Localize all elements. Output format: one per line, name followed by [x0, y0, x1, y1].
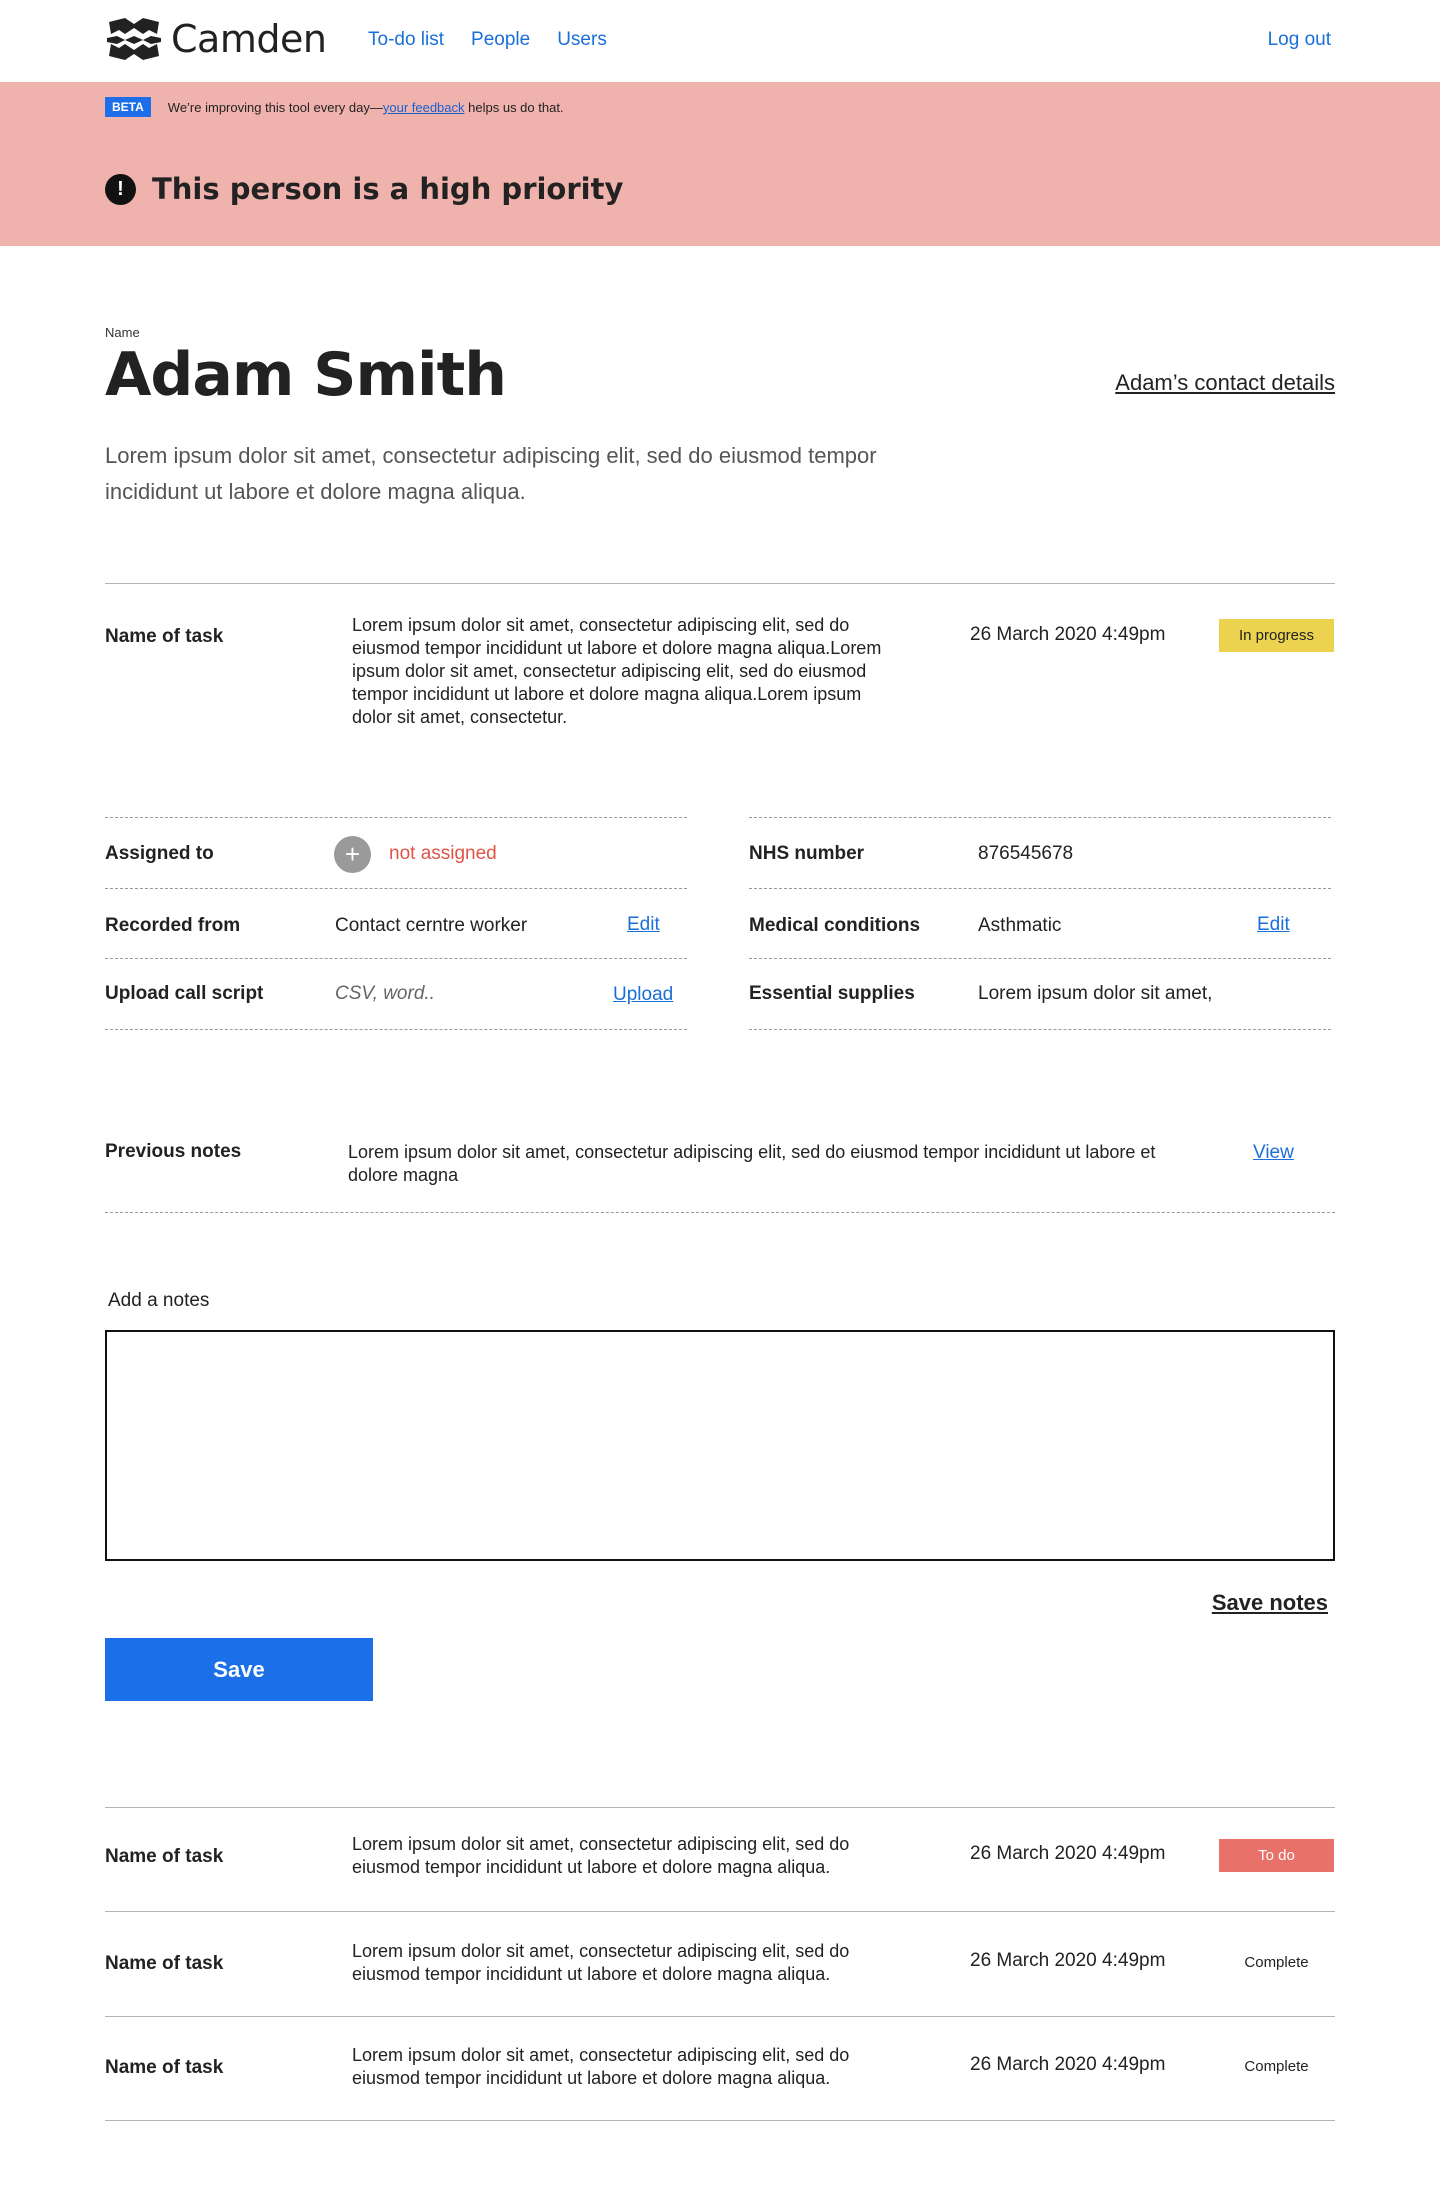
beta-badge: BETA: [105, 97, 151, 117]
divider: [105, 888, 687, 889]
essential-supplies-label: Essential supplies: [749, 983, 915, 1004]
current-task-description: Lorem ipsum dolor sit amet, consectetur …: [352, 615, 882, 727]
nav-people[interactable]: People: [471, 29, 530, 51]
save-button[interactable]: Save: [105, 1638, 373, 1701]
person-name: Adam Smith: [105, 340, 507, 410]
logo-text: Camden: [171, 17, 327, 61]
divider: [105, 958, 687, 959]
main-nav: To-do list People Users: [368, 29, 607, 51]
save-notes-link[interactable]: Save notes: [1212, 1590, 1328, 1616]
notes-textarea[interactable]: [105, 1330, 1335, 1561]
divider: [749, 1029, 1331, 1030]
recorded-from-value: Contact cerntre worker: [335, 915, 528, 936]
camden-logo[interactable]: Camden: [105, 14, 327, 64]
task-description: Lorem ipsum dolor sit amet, consectetur …: [352, 2045, 850, 2088]
previous-notes-text: Lorem ipsum dolor sit amet, consectetur …: [348, 1142, 1156, 1185]
task-name: Name of task: [105, 2057, 224, 2078]
task-name: Name of task: [105, 1846, 224, 1867]
medical-edit-link[interactable]: Edit: [1257, 914, 1290, 936]
upload-link[interactable]: Upload: [613, 984, 673, 1006]
feedback-link[interactable]: your feedback: [383, 100, 465, 115]
nhs-number-value: 876545678: [978, 843, 1074, 864]
camden-logo-icon: [107, 18, 161, 60]
task-date: 26 March 2020 4:49pm: [970, 2054, 1166, 2075]
previous-notes-label: Previous notes: [105, 1141, 242, 1162]
divider: [105, 583, 1335, 584]
status-badge-in-progress: In progress: [1219, 619, 1334, 652]
assigned-value: not assigned: [389, 843, 497, 864]
task-date: 26 March 2020 4:49pm: [970, 1950, 1166, 1971]
current-task-date: 26 March 2020 4:49pm: [970, 624, 1166, 645]
task-description: Lorem ipsum dolor sit amet, consectetur …: [352, 1834, 850, 1877]
view-notes-link[interactable]: View: [1253, 1142, 1294, 1164]
assign-plus-icon[interactable]: +: [334, 836, 371, 873]
priority-banner: BETA We’re improving this tool every day…: [0, 82, 1440, 246]
divider: [105, 2120, 1335, 2121]
current-task-name: Name of task: [105, 626, 224, 647]
task-date: 26 March 2020 4:49pm: [970, 1843, 1166, 1864]
beta-text: We’re improving this tool every day—your…: [167, 99, 564, 115]
recorded-edit-link[interactable]: Edit: [627, 914, 660, 936]
beta-notice: BETA We’re improving this tool every day…: [105, 97, 564, 117]
divider: [105, 1911, 1335, 1912]
add-notes-label: Add a notes: [108, 1290, 210, 1311]
divider: [749, 817, 1331, 818]
exclamation-icon: !: [105, 173, 136, 205]
status-badge-complete: Complete: [1244, 1954, 1309, 1971]
contact-details-link[interactable]: Adam’s contact details: [1115, 370, 1335, 396]
nav-users[interactable]: Users: [557, 29, 607, 51]
divider: [749, 888, 1331, 889]
upload-placeholder: CSV, word..: [335, 983, 435, 1004]
divider: [105, 1212, 1335, 1213]
logout-link[interactable]: Log out: [1268, 29, 1331, 51]
assigned-to-label: Assigned to: [105, 843, 214, 864]
recorded-from-label: Recorded from: [105, 915, 241, 936]
divider: [105, 1807, 1335, 1808]
site-header: Camden To-do list People Users Log out: [0, 0, 1440, 82]
nhs-number-label: NHS number: [749, 843, 865, 864]
divider: [749, 958, 1331, 959]
upload-call-script-label: Upload call script: [105, 983, 264, 1004]
status-badge-complete: Complete: [1244, 2058, 1309, 2075]
person-intro: Lorem ipsum dolor sit amet, consectetur …: [105, 443, 877, 504]
medical-conditions-value: Asthmatic: [978, 915, 1062, 936]
divider: [105, 2016, 1335, 2017]
essential-supplies-value: Lorem ipsum dolor sit amet,: [978, 983, 1213, 1004]
divider: [105, 817, 687, 818]
priority-alert: ! This person is a high priority: [105, 172, 623, 206]
medical-conditions-label: Medical conditions: [749, 915, 921, 936]
divider: [105, 1029, 687, 1030]
nav-todo-list[interactable]: To-do list: [368, 29, 444, 51]
priority-text: This person is a high priority: [152, 172, 624, 206]
task-description: Lorem ipsum dolor sit amet, consectetur …: [352, 1941, 850, 1984]
task-name: Name of task: [105, 1953, 224, 1974]
status-badge-to-do: To do: [1219, 1839, 1334, 1872]
name-label: Name: [105, 325, 140, 340]
